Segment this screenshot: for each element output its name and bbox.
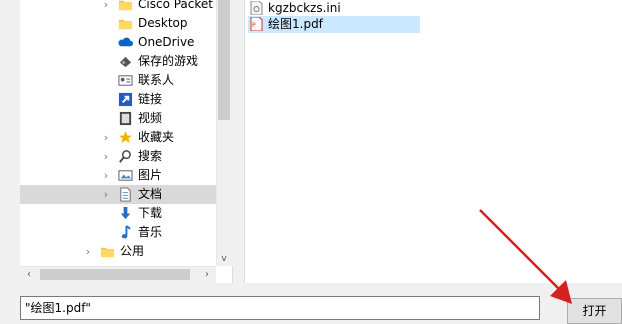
nav-item-onedrive[interactable]: OneDrive [20,33,216,52]
scroll-left-button[interactable]: ‹ [22,266,36,283]
file-item-kgzbckzs[interactable]: kgzbckzs.ini [248,0,418,17]
nav-item-documents[interactable]: › 文档 [20,185,216,204]
nav-item-contacts[interactable]: 联系人 [20,71,216,90]
chevron-right-icon[interactable]: › [101,0,111,14]
nav-item-label: Desktop [138,16,188,30]
nav-item-links[interactable]: 链接 [20,90,216,109]
download-icon [120,206,131,220]
nav-item-saved-games[interactable]: 保存的游戏 [20,52,216,71]
svg-text:P: P [252,22,256,29]
nav-item-label: 链接 [138,92,163,106]
folder-icon [118,19,133,30]
chevron-right-icon[interactable]: › [101,128,111,147]
vertical-scroll-thumb[interactable] [218,0,230,120]
saved-games-icon [119,56,132,68]
ini-file-icon [250,1,263,15]
nav-item-public[interactable]: › 公用 [20,242,216,261]
contacts-icon [118,75,133,86]
video-icon [119,111,132,126]
file-name: kgzbckzs.ini [268,1,341,15]
star-icon [118,130,133,144]
scroll-down-button[interactable]: v [216,252,232,266]
search-icon [119,150,131,163]
chevron-right-icon[interactable]: › [83,242,93,261]
music-icon [121,225,131,239]
nav-item-music[interactable]: 音乐 [20,223,216,242]
nav-item-searches[interactable]: › 搜索 [20,147,216,166]
nav-item-label: 搜索 [138,149,163,163]
red-arrow-annotation [479,209,572,304]
file-item-pdf[interactable]: P 绘图1.pdf [248,16,420,33]
folder-icon [100,247,115,258]
nav-item-label: OneDrive [138,35,195,49]
pdf-file-icon: P [250,17,263,31]
chevron-right-icon[interactable]: › [101,147,111,166]
nav-item-favorites[interactable]: › 收藏夹 [20,128,216,147]
documents-icon [120,187,131,202]
folder-icon [118,0,133,11]
nav-item-videos[interactable]: 视频 [20,109,216,128]
link-icon [118,92,133,107]
nav-item-cisco-packet[interactable]: › Cisco Packet [20,0,216,14]
navigation-pane[interactable]: › Cisco Packet Desktop OneDrive 保存的游戏 联系… [20,0,233,283]
nav-item-label: 图片 [138,168,163,182]
nav-item-downloads[interactable]: 下载 [20,204,216,223]
file-name: 绘图1.pdf [268,17,323,31]
nav-item-label: 下载 [138,206,163,220]
nav-item-label: 视频 [138,111,163,125]
nav-item-label: 文档 [138,187,163,201]
horizontal-scroll-thumb[interactable] [40,269,190,280]
nav-item-label: 音乐 [138,225,163,239]
nav-item-pictures[interactable]: › 图片 [20,166,216,185]
nav-item-label: 收藏夹 [138,130,175,144]
filename-input[interactable]: "绘图1.pdf" [20,296,540,320]
nav-item-label: Cisco Packet [138,0,213,11]
nav-item-desktop[interactable]: Desktop [20,14,216,33]
pictures-icon [118,170,133,181]
chevron-right-icon[interactable]: › [101,185,111,204]
scroll-right-button[interactable]: › [200,266,214,283]
nav-item-label: 公用 [120,244,145,258]
chevron-right-icon[interactable]: › [101,166,111,185]
nav-item-label: 保存的游戏 [138,54,199,68]
nav-item-label: 联系人 [138,73,175,87]
cloud-icon [118,37,133,47]
